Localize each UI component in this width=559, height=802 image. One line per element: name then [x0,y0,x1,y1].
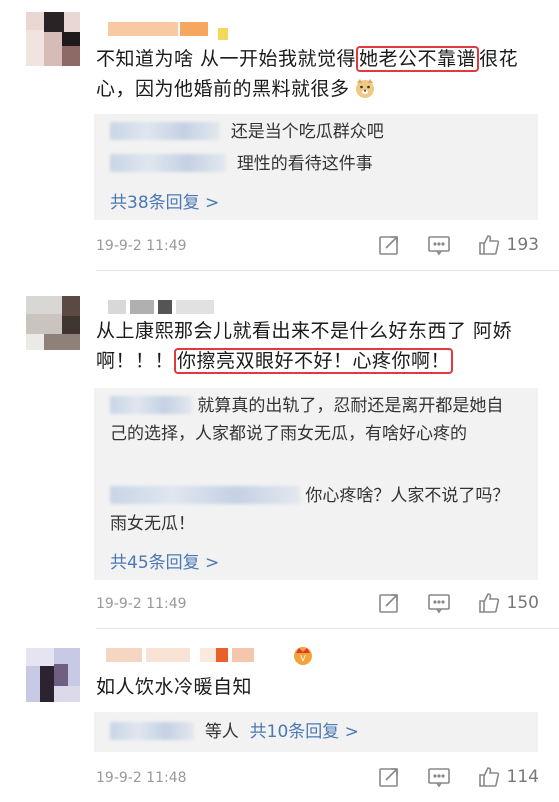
more-replies-link[interactable]: 共38条回复 > [110,188,219,213]
reply-item[interactable]: 就算真的出轨了，忍耐还是离开都是她自己的选择，人家都说了雨女无瓜，有啥好心疼的 [110,392,520,448]
reply-item[interactable]: 还是当个吃瓜群众吧 [110,118,520,146]
vip-badge-icon: V [292,644,314,666]
svg-text:V: V [300,654,306,663]
username[interactable] [96,648,276,664]
highlighted-phrase: 你擦亮双眼好不好！心疼你啊！ [174,348,454,374]
thumbs-up-icon[interactable] [477,591,501,615]
comment-icon[interactable] [427,591,451,615]
reply-item[interactable]: 理性的看待这件事 [110,150,520,178]
comment-2: 从上康熙那会儿就看出来不是什么好东西了 阿娇啊！！！ 你擦亮双眼好不好！心疼你啊！… [0,280,559,630]
highlighted-phrase: 她老公不靠谱 [356,46,480,72]
reply-box: 还是当个吃瓜群众吧 理性的看待这件事 共38条回复 > [94,114,538,220]
share-icon[interactable] [377,233,401,257]
avatar[interactable] [26,648,80,702]
reply-box: 等人 共10条回复 > [94,712,538,752]
share-icon[interactable] [377,765,401,789]
comment-3: V 如人饮水冷暖自知 等人 共10条回复 > 19-9-2 11:48 114 [0,636,559,802]
action-bar: 193 [351,233,539,257]
comment-text: 如人饮水冷暖自知 [96,676,253,698]
more-replies-link[interactable]: 共45条回复 > [110,548,219,573]
reply-summary[interactable]: 等人 共10条回复 > [110,718,520,746]
action-bar: 114 [351,765,539,789]
comment-1: 不知道为啥 从一开始我就觉得 她老公不靠谱 很花心，因为他婚前的黑料就很多 还是当个… [0,0,559,270]
username[interactable] [96,22,246,40]
username[interactable] [96,300,246,316]
divider [96,270,559,271]
comment-text: 从上康熙那会儿就看出来不是什么好东西了 阿娇啊！！！ 你擦亮双眼好不好！心疼你啊！ [96,320,513,374]
more-replies-link[interactable]: 共10条回复 > [250,722,359,742]
timestamp: 19-9-2 11:48 [96,770,187,786]
avatar[interactable] [26,12,80,66]
comment-icon[interactable] [427,233,451,257]
comment-icon[interactable] [427,765,451,789]
thumbs-up-icon[interactable] [477,765,501,789]
comment-text: 不知道为啥 从一开始我就觉得 她老公不靠谱 很花心，因为他婚前的黑料就很多 [96,46,519,100]
avatar[interactable] [26,296,80,350]
dog-emoji-icon [354,77,376,99]
like-count: 193 [506,235,539,255]
divider [96,628,559,629]
like-count: 114 [506,767,539,787]
like-count: 150 [506,593,539,613]
timestamp: 19-9-2 11:49 [96,596,187,612]
reply-item[interactable]: 你心疼啥？人家不说了吗？雨女无瓜！ [110,482,520,538]
reply-box: 就算真的出轨了，忍耐还是离开都是她自己的选择，人家都说了雨女无瓜，有啥好心疼的 … [94,388,538,580]
timestamp: 19-9-2 11:49 [96,238,187,254]
share-icon[interactable] [377,591,401,615]
thumbs-up-icon[interactable] [477,233,501,257]
action-bar: 150 [351,591,539,615]
